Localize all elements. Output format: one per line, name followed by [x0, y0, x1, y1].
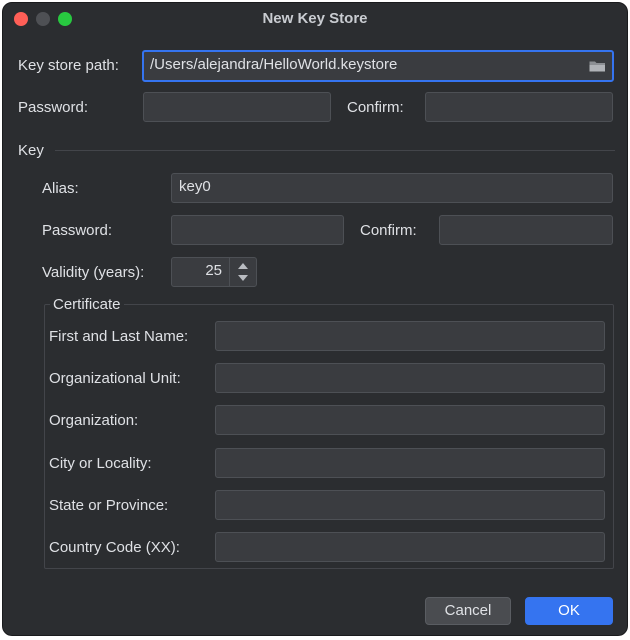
chevron-up-icon[interactable]	[238, 263, 248, 269]
key-confirm-input[interactable]	[439, 215, 613, 245]
key-store-path-field[interactable]: /Users/alejandra/HelloWorld.keystore	[142, 50, 614, 82]
title-bar: New Key Store	[3, 3, 627, 35]
validity-label: Validity (years):	[42, 264, 145, 281]
key-confirm-label: Confirm:	[360, 222, 417, 239]
organization-input[interactable]	[215, 405, 605, 435]
state-province-input[interactable]	[215, 490, 605, 520]
validity-stepper[interactable]	[229, 258, 256, 286]
city-locality-label: City or Locality:	[49, 455, 152, 472]
organizational-unit-input[interactable]	[215, 363, 605, 393]
key-section-divider	[55, 150, 615, 151]
validity-value: 25	[205, 262, 222, 279]
chevron-down-icon[interactable]	[238, 275, 248, 281]
keystore-confirm-label: Confirm:	[347, 99, 404, 116]
dialog-title: New Key Store	[262, 10, 368, 27]
keystore-confirm-input[interactable]	[425, 92, 613, 122]
key-password-label: Password:	[42, 222, 113, 239]
keystore-password-input[interactable]	[143, 92, 331, 122]
organizational-unit-label: Organizational Unit:	[49, 370, 181, 387]
key-password-input[interactable]	[171, 215, 344, 245]
key-store-path-value: /Users/alejandra/HelloWorld.keystore	[150, 56, 398, 73]
keystore-password-label: Password:	[18, 99, 89, 116]
validity-spinner[interactable]: 25	[171, 257, 257, 287]
country-code-input[interactable]	[215, 532, 605, 562]
ok-button[interactable]: OK	[525, 597, 613, 625]
certificate-group-title: Certificate	[50, 296, 124, 314]
new-key-store-dialog: New Key Store Key store path: /Users/ale…	[2, 2, 628, 636]
key-store-path-label: Key store path:	[18, 57, 119, 74]
state-province-label: State or Province:	[49, 497, 169, 514]
country-code-label: Country Code (XX):	[49, 539, 180, 556]
first-last-name-label: First and Last Name:	[49, 328, 189, 345]
organization-label: Organization:	[49, 412, 139, 429]
alias-input[interactable]: key0	[171, 173, 613, 203]
alias-label: Alias:	[42, 180, 79, 197]
key-section-label: Key	[18, 142, 44, 159]
city-locality-input[interactable]	[215, 448, 605, 478]
cancel-button[interactable]: Cancel	[425, 597, 511, 625]
first-last-name-input[interactable]	[215, 321, 605, 351]
folder-icon[interactable]	[589, 60, 606, 72]
